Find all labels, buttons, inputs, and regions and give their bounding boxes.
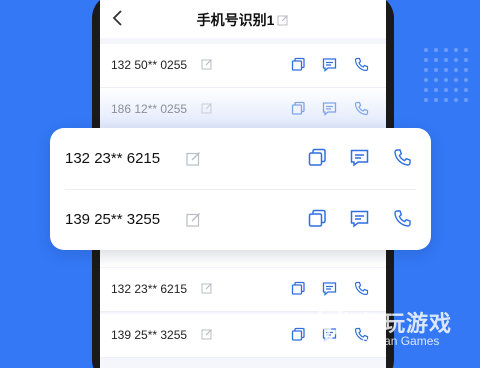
card-list-item[interactable]: 132 23** 6215: [50, 128, 431, 189]
copy-icon[interactable]: [291, 57, 306, 72]
watermark: 仍玩游戏 ngwan Games: [312, 282, 480, 368]
phone-number: 132 23** 6215: [65, 150, 161, 167]
message-icon[interactable]: [350, 148, 369, 167]
phone-icon[interactable]: [393, 148, 412, 167]
pencil-square-icon[interactable]: [201, 58, 213, 70]
list-item[interactable]: 132 50** 0255: [100, 44, 386, 88]
decorative-dot-grid: [424, 48, 468, 102]
message-icon[interactable]: [322, 57, 337, 72]
brand-logo-icon: [318, 308, 348, 348]
page-title: 手机号识别1: [100, 10, 386, 30]
copy-icon[interactable]: [291, 101, 306, 116]
message-icon[interactable]: [322, 101, 337, 116]
phone-number: 186 12** 0255: [111, 102, 188, 116]
pencil-square-icon[interactable]: [277, 14, 289, 26]
title-bar: 手机号识别1: [100, 0, 386, 38]
phone-number: 139 25** 3255: [65, 211, 161, 228]
magnified-number-card: 132 23** 6215 139 25** 3255: [50, 128, 431, 250]
copy-icon[interactable]: [308, 209, 327, 228]
phone-number: 139 25** 3255: [111, 328, 188, 342]
pencil-square-icon[interactable]: [201, 282, 213, 294]
phone-icon[interactable]: [393, 209, 412, 228]
card-list-item[interactable]: 139 25** 3255: [50, 189, 431, 250]
phone-number: 132 50** 0255: [111, 58, 188, 72]
page-title-text: 手机号识别1: [196, 12, 275, 28]
pencil-square-icon[interactable]: [201, 328, 213, 340]
copy-icon[interactable]: [291, 327, 306, 342]
message-icon[interactable]: [350, 209, 369, 228]
list-item[interactable]: 186 12** 0255: [100, 88, 386, 132]
copy-icon[interactable]: [308, 148, 327, 167]
watermark-en: ngwan Games: [362, 334, 440, 348]
phone-icon[interactable]: [354, 101, 369, 116]
pencil-square-icon[interactable]: [186, 151, 201, 166]
copy-icon[interactable]: [291, 281, 306, 296]
pencil-square-icon[interactable]: [201, 102, 213, 114]
phone-icon[interactable]: [354, 57, 369, 72]
phone-number: 132 23** 6215: [111, 282, 188, 296]
pencil-square-icon[interactable]: [186, 212, 201, 227]
